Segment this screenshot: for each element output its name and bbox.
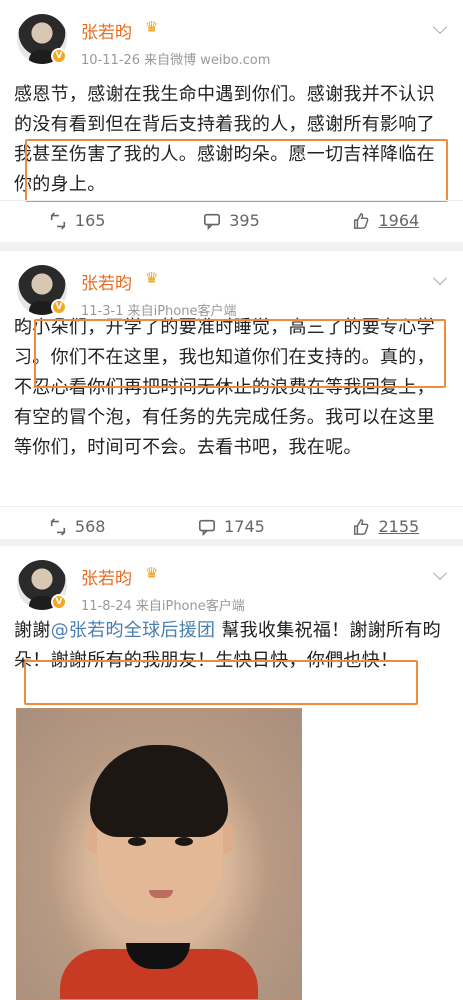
- post-text-before: 謝謝: [14, 620, 51, 641]
- post-card: V 张若昀 ♛ 11-3-1 来自iPhone客户端 昀小朵们，开学了的要准时睡…: [0, 251, 463, 539]
- comment-icon: [199, 519, 216, 536]
- repost-icon: [50, 211, 66, 230]
- like-button[interactable]: 2155: [309, 507, 463, 546]
- repost-button[interactable]: 568: [0, 507, 154, 546]
- post-meta: 10-11-26 来自微博 weibo.com: [81, 53, 271, 68]
- post-meta: 11-8-24 来自iPhone客户端: [81, 599, 245, 614]
- chevron-down-icon[interactable]: [432, 565, 448, 581]
- chevron-down-icon[interactable]: [432, 270, 448, 286]
- crown-icon: ♛: [145, 564, 159, 582]
- comment-count: 1745: [224, 517, 265, 536]
- crown-icon: ♛: [145, 269, 159, 287]
- mention-link[interactable]: @张若昀全球后援团: [51, 620, 216, 641]
- like-icon: [354, 212, 369, 229]
- repost-button[interactable]: 165: [0, 201, 154, 240]
- like-icon: [354, 518, 369, 535]
- weibo-feed: V 张若昀 ♛ 10-11-26 来自微博 weibo.com 感恩节，感谢在我…: [0, 0, 463, 1000]
- repost-icon: [50, 517, 66, 536]
- repost-count: 165: [74, 211, 106, 230]
- post-card: V 张若昀 ♛ 10-11-26 来自微博 weibo.com 感恩节，感谢在我…: [0, 0, 463, 242]
- like-count: 1964: [378, 211, 420, 230]
- comment-icon: [204, 213, 221, 230]
- author-name[interactable]: 张若昀: [81, 18, 132, 43]
- comment-count: 395: [229, 211, 260, 230]
- child-eye-left: [128, 837, 146, 846]
- comment-button[interactable]: 1745: [154, 507, 308, 546]
- post-actions: 568 1745 2155: [0, 506, 463, 546]
- chevron-down-icon[interactable]: [432, 19, 448, 35]
- verified-badge-icon: V: [51, 594, 67, 610]
- highlight-box: [24, 660, 418, 705]
- post-card: V 张若昀 ♛ 11-8-24 来自iPhone客户端 謝謝@张若昀全球后援团 …: [0, 546, 463, 1000]
- like-button[interactable]: 1964: [309, 201, 463, 240]
- verified-badge-icon: V: [51, 48, 67, 64]
- comment-button[interactable]: 395: [154, 201, 308, 240]
- author-name[interactable]: 张若昀: [81, 564, 132, 589]
- highlight-box: [25, 139, 448, 202]
- author-name[interactable]: 张若昀: [81, 269, 132, 294]
- child-eye-right: [175, 837, 193, 846]
- post-actions: 165 395 1964: [0, 200, 463, 240]
- like-count: 2155: [378, 517, 420, 536]
- highlight-box: [34, 319, 446, 388]
- crown-icon: ♛: [145, 18, 159, 36]
- repost-count: 568: [74, 517, 106, 536]
- post-photo[interactable]: [16, 708, 302, 1000]
